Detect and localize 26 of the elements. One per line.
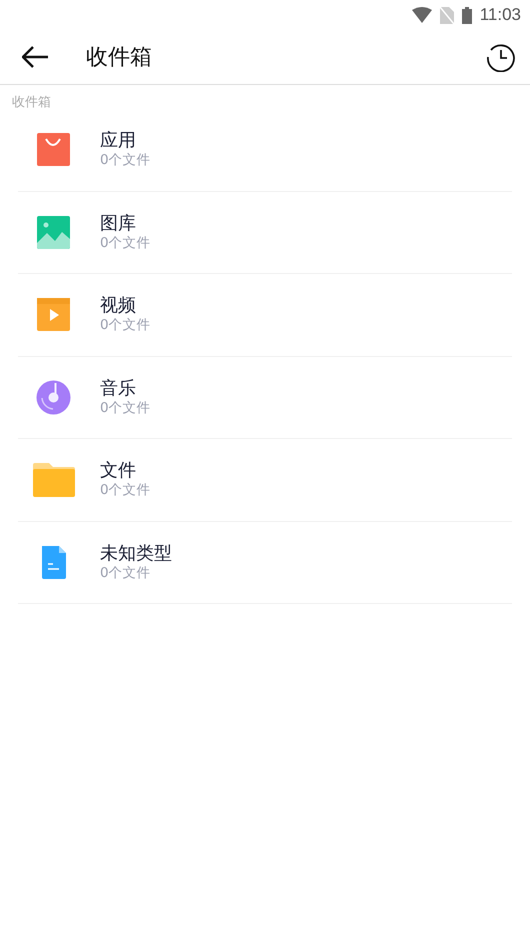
category-row[interactable]: 音乐 0个文件: [18, 356, 512, 439]
file-count: 0个文件: [100, 400, 151, 417]
file-count: 0个文件: [100, 234, 151, 252]
file-count: 0个文件: [100, 317, 151, 334]
category-row[interactable]: 视频 0个文件: [18, 274, 512, 356]
category-name: 图库: [100, 212, 137, 235]
page-title: 收件箱: [86, 44, 153, 72]
clock-icon[interactable]: [486, 42, 516, 72]
category-row[interactable]: 应用 0个文件: [18, 109, 512, 192]
wifi-icon: [412, 7, 432, 23]
category-name: 文件: [100, 460, 137, 482]
no-sim-icon: [440, 6, 454, 24]
category-name: 未知类型: [100, 542, 172, 565]
category-row[interactable]: 文件 0个文件: [18, 439, 512, 522]
category-name: 视频: [100, 295, 137, 318]
file-count: 0个文件: [100, 564, 152, 582]
category-row[interactable]: 未知类型 0个文件: [18, 522, 512, 604]
category-name: 应用: [100, 130, 137, 152]
battery-icon: [462, 6, 472, 24]
section-label: 收件箱: [11, 94, 52, 109]
category-row[interactable]: 图库 0个文件: [18, 192, 512, 274]
status-time: 11:03: [480, 5, 521, 25]
back-arrow-icon[interactable]: [22, 46, 49, 68]
file-count: 0个文件: [100, 482, 151, 500]
category-name: 音乐: [100, 378, 137, 400]
file-count: 0个文件: [100, 152, 151, 170]
